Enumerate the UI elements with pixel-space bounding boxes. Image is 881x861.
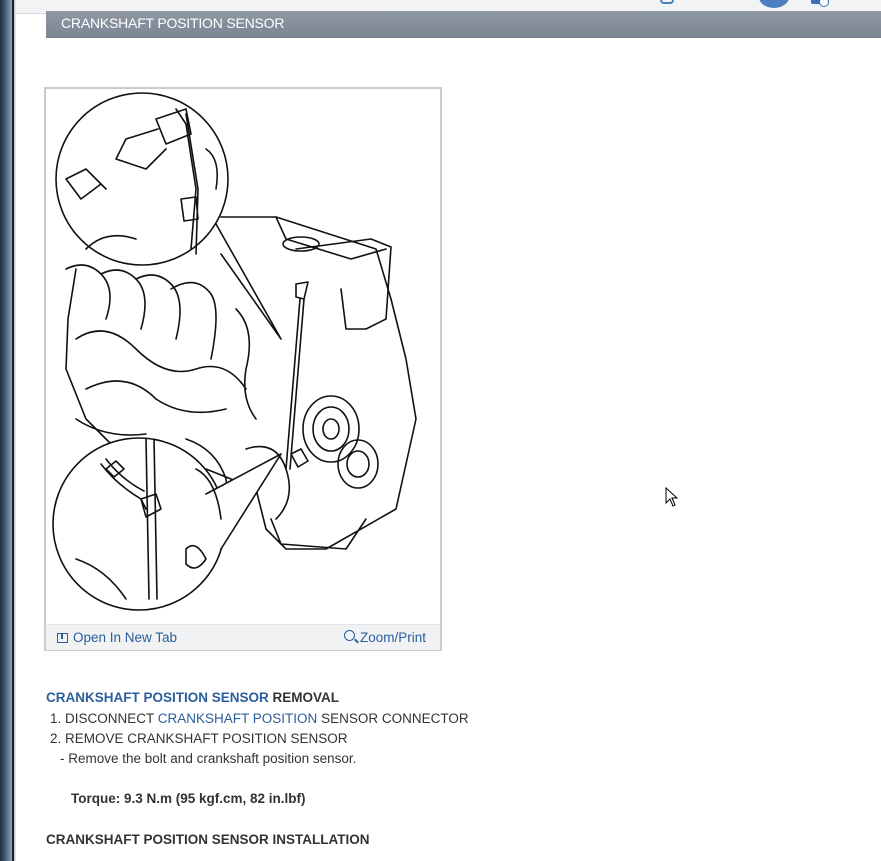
section-title: CRANKSHAFT POSITION SENSOR bbox=[61, 15, 285, 31]
open-tab-icon bbox=[57, 632, 68, 643]
add-icon[interactable] bbox=[811, 0, 829, 7]
engine-diagram bbox=[52, 92, 417, 611]
removal-step-2: 2. REMOVE CRANKSHAFT POSITION SENSOR bbox=[50, 731, 348, 746]
removal-heading-suffix: REMOVAL bbox=[272, 690, 340, 705]
step-1-link[interactable]: CRANKSHAFT POSITION bbox=[158, 711, 318, 726]
diagram-figure: Open In New Tab Zoom/Print bbox=[44, 87, 442, 651]
zoom-print-link[interactable]: Zoom/Print bbox=[344, 630, 426, 645]
removal-heading-link[interactable]: CRANKSHAFT POSITION SENSOR bbox=[46, 690, 269, 705]
installation-heading: CRANKSHAFT POSITION SENSOR INSTALLATION bbox=[46, 832, 370, 847]
figure-toolbar: Open In New Tab Zoom/Print bbox=[46, 624, 440, 650]
zoom-icon bbox=[344, 630, 355, 641]
step-1-suffix: SENSOR CONNECTOR bbox=[317, 711, 469, 726]
open-in-new-tab-link[interactable]: Open In New Tab bbox=[57, 630, 177, 645]
zoom-print-label: Zoom/Print bbox=[360, 630, 427, 645]
torque-spec: Torque: 9.3 N.m (95 kgf.cm, 82 in.lbf) bbox=[71, 791, 306, 806]
removal-heading: CRANKSHAFT POSITION SENSOR REMOVAL bbox=[46, 690, 339, 705]
open-tab-label: Open In New Tab bbox=[73, 630, 178, 645]
mouse-cursor bbox=[665, 487, 679, 507]
chat-icon[interactable] bbox=[660, 0, 674, 4]
section-header: CRANKSHAFT POSITION SENSOR bbox=[46, 11, 881, 38]
user-avatar[interactable] bbox=[759, 0, 789, 8]
window-left-edge bbox=[0, 0, 16, 861]
removal-step-2-detail: - Remove the bolt and crankshaft positio… bbox=[60, 751, 357, 766]
removal-step-1: 1. DISCONNECT CRANKSHAFT POSITION SENSOR… bbox=[50, 711, 469, 726]
step-1-prefix: 1. DISCONNECT bbox=[50, 711, 158, 726]
